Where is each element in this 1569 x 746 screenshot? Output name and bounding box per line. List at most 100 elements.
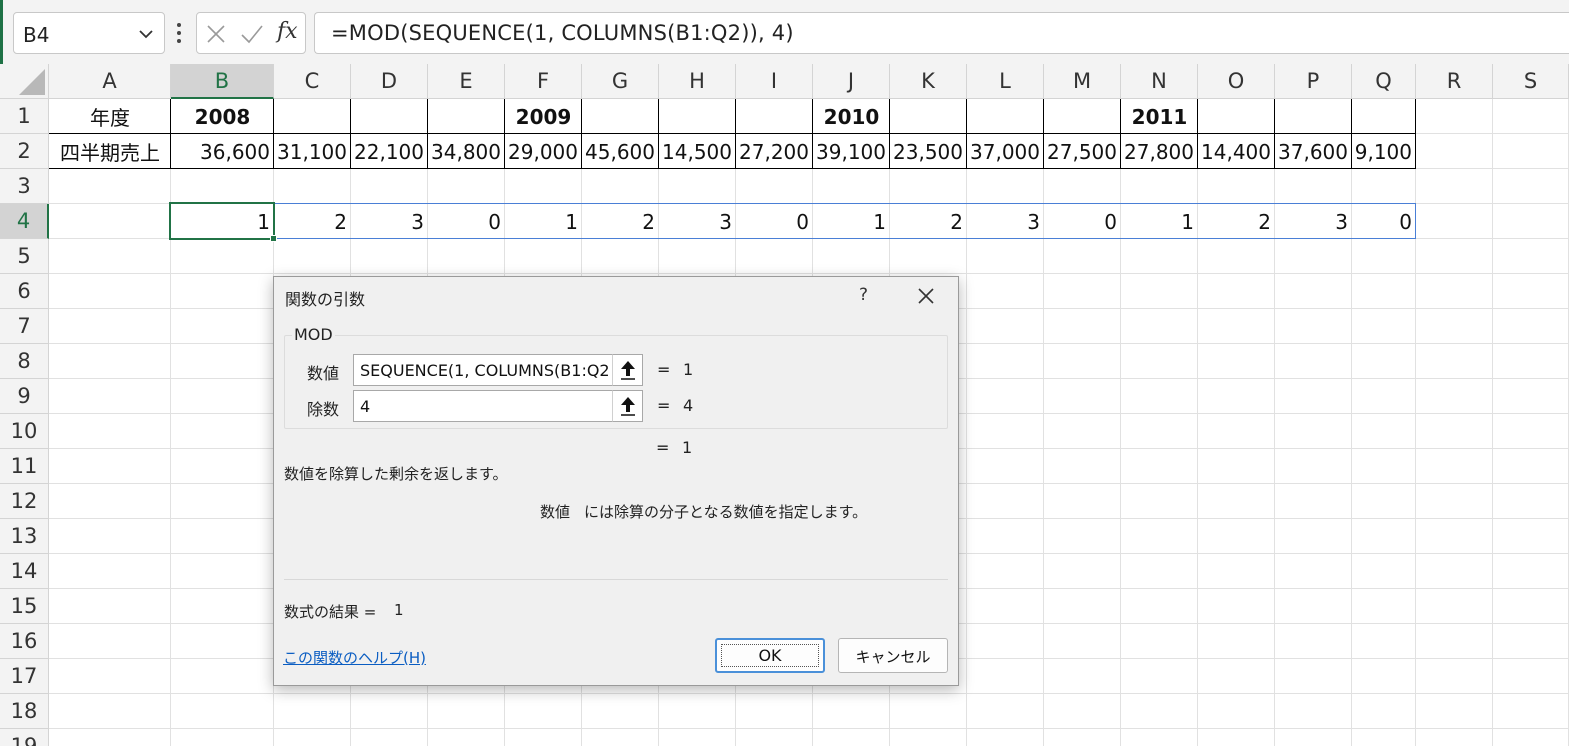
row-header-14[interactable]: 14 — [0, 554, 49, 589]
column-header-h[interactable]: H — [659, 64, 736, 99]
column-header-l[interactable]: L — [967, 64, 1044, 99]
row-header-10[interactable]: 10 — [0, 414, 49, 449]
cell-f2[interactable]: 29,000 — [505, 134, 582, 169]
cell-j2[interactable]: 39,100 — [813, 134, 890, 169]
gridline-h — [49, 273, 1569, 274]
insert-function-icon[interactable]: fx — [277, 19, 298, 44]
up-arrow-icon — [621, 361, 635, 380]
row-header-2[interactable]: 2 — [0, 134, 49, 169]
row-header-15[interactable]: 15 — [0, 589, 49, 624]
column-header-i[interactable]: I — [736, 64, 813, 99]
function-help-link[interactable]: この関数のヘルプ(H) — [283, 647, 426, 668]
arg2-collapse-button[interactable] — [612, 390, 643, 422]
column-header-q[interactable]: Q — [1352, 64, 1416, 99]
cell-q2[interactable]: 9,100 — [1352, 134, 1416, 169]
column-header-d[interactable]: D — [351, 64, 428, 99]
column-header-f[interactable]: F — [505, 64, 582, 99]
column-header-b[interactable]: B — [171, 64, 274, 99]
close-icon[interactable] — [915, 285, 937, 307]
more-options-icon[interactable] — [173, 22, 185, 44]
row-header-19[interactable]: 19 — [0, 729, 49, 746]
arg1-collapse-button[interactable] — [612, 354, 643, 386]
argument-description-name: 数値 — [540, 503, 571, 521]
arg1-equals: = — [657, 360, 671, 379]
column-header-r[interactable]: R — [1416, 64, 1493, 99]
column-header-g[interactable]: G — [582, 64, 659, 99]
cancel-x-icon[interactable] — [205, 23, 227, 45]
name-box[interactable]: B4 — [13, 12, 165, 54]
cell-i2[interactable]: 27,200 — [736, 134, 813, 169]
column-header-a[interactable]: A — [49, 64, 171, 99]
cell-g2[interactable]: 45,600 — [582, 134, 659, 169]
cell-j1[interactable]: 2010 — [813, 99, 890, 134]
cell-a1[interactable]: 年度 — [49, 99, 171, 134]
row-header-16[interactable]: 16 — [0, 624, 49, 659]
column-header-p[interactable]: P — [1275, 64, 1352, 99]
cell-o2[interactable]: 14,400 — [1198, 134, 1275, 169]
gridline-v — [1043, 99, 1044, 746]
cell-d2[interactable]: 22,100 — [351, 134, 428, 169]
cell-h2[interactable]: 14,500 — [659, 134, 736, 169]
cell-b1[interactable]: 2008 — [171, 99, 274, 134]
cell-l2[interactable]: 37,000 — [967, 134, 1044, 169]
confirm-check-icon[interactable] — [239, 23, 265, 45]
column-header-o[interactable]: O — [1198, 64, 1275, 99]
cell-f1[interactable]: 2009 — [505, 99, 582, 134]
formula-input[interactable]: =MOD(SEQUENCE(1, COLUMNS(B1:Q2)), 4) — [314, 12, 1569, 54]
row-header-4[interactable]: 4 — [0, 204, 49, 239]
cell-p2[interactable]: 37,600 — [1275, 134, 1352, 169]
help-icon[interactable]: ? — [859, 285, 868, 305]
gridline-h — [49, 693, 1569, 694]
cell-k2[interactable]: 23,500 — [890, 134, 967, 169]
arg2-input[interactable]: 4 — [353, 390, 643, 422]
active-cell-outline — [169, 202, 275, 240]
column-header-m[interactable]: M — [1044, 64, 1121, 99]
function-name: MOD — [292, 325, 335, 344]
fill-handle[interactable] — [270, 235, 277, 242]
select-all-corner[interactable] — [0, 64, 49, 99]
cancel-button[interactable]: キャンセル — [838, 638, 948, 673]
cell-n2[interactable]: 27,800 — [1121, 134, 1198, 169]
column-header-n[interactable]: N — [1121, 64, 1198, 99]
arg2-value: 4 — [360, 397, 371, 416]
arg1-value: SEQUENCE(1, COLUMNS(B1:Q2 — [360, 361, 610, 380]
focus-ring — [721, 644, 819, 667]
row-header-1[interactable]: 1 — [0, 99, 49, 134]
column-header-c[interactable]: C — [274, 64, 351, 99]
formula-text: =MOD(SEQUENCE(1, COLUMNS(B1:Q2)), 4) — [331, 21, 794, 45]
row-header-7[interactable]: 7 — [0, 309, 49, 344]
gridline-v — [1120, 99, 1121, 746]
arg2-label: 除数 — [307, 400, 340, 419]
row-header-6[interactable]: 6 — [0, 274, 49, 309]
up-arrow-icon — [621, 397, 635, 416]
cell-e2[interactable]: 34,800 — [428, 134, 505, 169]
row-header-3[interactable]: 3 — [0, 169, 49, 204]
cell-c2[interactable]: 31,100 — [274, 134, 351, 169]
name-box-value: B4 — [23, 23, 50, 47]
gridline-v — [966, 99, 967, 746]
row-header-11[interactable]: 11 — [0, 449, 49, 484]
row-header-13[interactable]: 13 — [0, 519, 49, 554]
function-description: 数値を除算した剰余を返します。 — [284, 465, 508, 483]
arguments-group: 数値 SEQUENCE(1, COLUMNS(B1:Q2 = 1 除数 4 = … — [284, 335, 948, 429]
arg1-input[interactable]: SEQUENCE(1, COLUMNS(B1:Q2 — [353, 354, 643, 386]
arg1-label: 数値 — [307, 364, 340, 383]
function-arguments-dialog: 関数の引数 ? 数値 SEQUENCE(1, COLUMNS(B1:Q2 = 1… — [273, 276, 959, 686]
row-header-18[interactable]: 18 — [0, 694, 49, 729]
row-header-17[interactable]: 17 — [0, 659, 49, 694]
chevron-down-icon[interactable] — [138, 26, 154, 42]
row-header-12[interactable]: 12 — [0, 484, 49, 519]
cell-a2[interactable]: 四半期売上 — [49, 134, 171, 169]
column-header-j[interactable]: J — [813, 64, 890, 99]
ok-button[interactable]: OK — [715, 638, 825, 673]
cell-m2[interactable]: 27,500 — [1044, 134, 1121, 169]
row-header-9[interactable]: 9 — [0, 379, 49, 414]
row-header-8[interactable]: 8 — [0, 344, 49, 379]
cell-n1[interactable]: 2011 — [1121, 99, 1198, 134]
column-header-s[interactable]: S — [1493, 64, 1569, 99]
column-header-k[interactable]: K — [890, 64, 967, 99]
cell-b2[interactable]: 36,600 — [171, 134, 274, 169]
row-header-5[interactable]: 5 — [0, 239, 49, 274]
column-header-e[interactable]: E — [428, 64, 505, 99]
argument-description-text: には除算の分子となる数値を指定します。 — [584, 503, 868, 521]
